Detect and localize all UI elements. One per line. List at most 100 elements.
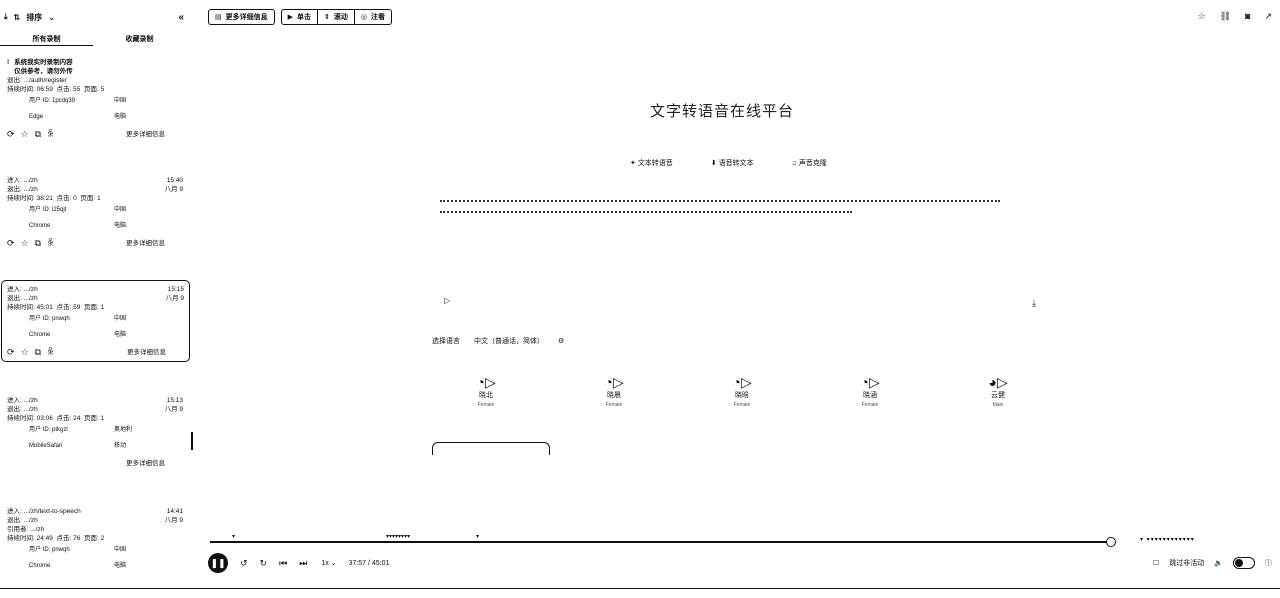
- click-filter-button[interactable]: ▶ 单击: [282, 10, 319, 24]
- playback-timeline[interactable]: ▾ ▾▾▾▾▾▾▾▾ ▾: [210, 534, 1116, 547]
- replay-toolbar: ▤ 更多详细信息 ▶ 单击 ⇕ 滚动 ◎ 注看: [208, 9, 392, 25]
- page-title: 文字转语音在线平台: [650, 103, 795, 120]
- duration-and-stats: 持续时间: 03:06 点击: 24 页面: 1: [7, 415, 105, 422]
- user-id: 用户 ID: ptkgzl: [29, 427, 68, 433]
- sort-icon[interactable]: ⇅: [14, 13, 21, 22]
- recordings-sidebar: ⤓ ⇅ 排序 ⌄ « 所有录制 收藏录制 ! 系统我实时录制内容 仅供参考，请勿…: [0, 0, 191, 598]
- gear-icon[interactable]: ⚙: [558, 337, 564, 345]
- more-details-link[interactable]: 更多详细信息: [126, 459, 165, 468]
- share-icon[interactable]: ⧉: [35, 130, 41, 139]
- region: 中国: [114, 547, 127, 553]
- play-icon[interactable]: ▷: [444, 296, 450, 305]
- record-time: 15:15: [167, 286, 184, 293]
- notice: ! 系统我实时录制内容 仅供参考，请勿外传: [7, 58, 183, 76]
- recording-card[interactable]: 进入: .../zh 15:13 退出: .../zh 八月 9 持续时间: 03:…: [4, 394, 186, 470]
- user-icon[interactable]: ꆜ: [47, 130, 54, 139]
- autoplay-toggle[interactable]: [1233, 557, 1255, 569]
- replay-viewport[interactable]: 文字转语音在线平台 ✦ 文本转语音 ⬇ 语音转文本 ♫ 声音克隆 ▷ ⤓ 选择语…: [200, 30, 1280, 530]
- recording-card-selected[interactable]: 进入: .../zh 15:15 退出: .../zh 八月 9 持续时间: 45:…: [1, 280, 190, 362]
- recording-card[interactable]: 进入: .../zh/text-to-speech 14:41 退出: .../z…: [4, 505, 186, 573]
- tab-all-recordings[interactable]: 所有录制: [0, 32, 93, 46]
- voice-gender: Male: [992, 402, 1004, 408]
- more-details-link[interactable]: 更多详细信息: [126, 130, 165, 139]
- share-icon[interactable]: ⧉: [35, 239, 41, 248]
- language-select[interactable]: 中文（普通话，简体）: [474, 336, 544, 346]
- language-label: 选择语言: [432, 338, 460, 345]
- download-icon[interactable]: ⤓: [4, 12, 8, 22]
- mode-voice-clone[interactable]: ♫ 声音克隆: [792, 158, 827, 168]
- skip-inactive-checkbox[interactable]: ☐: [1153, 559, 1159, 567]
- star-icon[interactable]: ☆: [21, 239, 29, 248]
- more-details-button[interactable]: ▤ 更多详细信息: [208, 9, 275, 25]
- referrer-url: 引用者: .../zh: [7, 526, 45, 533]
- info-icon[interactable]: ⓘ: [1265, 558, 1272, 568]
- collapse-icon[interactable]: «: [178, 12, 184, 23]
- camera-icon[interactable]: ◙: [1245, 11, 1250, 22]
- forward-icon[interactable]: ↻: [260, 558, 268, 569]
- warning-icon: !: [7, 59, 10, 66]
- user-icon[interactable]: ꆜ: [47, 348, 54, 357]
- user-icon[interactable]: ꆜ: [47, 239, 54, 248]
- skip-forward-icon[interactable]: ⏭: [299, 558, 307, 569]
- user-id: 用户 ID: pnwqh: [29, 316, 70, 322]
- timeline-knob[interactable]: [1106, 537, 1116, 547]
- enter-url: 进入: .../zh: [7, 397, 38, 404]
- star-icon[interactable]: ☆: [21, 130, 29, 139]
- device: 电脑: [114, 332, 127, 338]
- volume-icon[interactable]: 🔈: [1214, 559, 1223, 567]
- star-icon[interactable]: ☆: [21, 348, 29, 357]
- player-controls: ❚❚ ↺ ↻ ⏮ ⏭ 1x ⌄ 37:57 / 45:01 ☐ 跳过非活动 🔈 …: [208, 552, 1272, 574]
- record-date: 八月 9: [164, 517, 183, 524]
- share-icon[interactable]: ⧉: [35, 348, 41, 357]
- tab-favorite-recordings[interactable]: 收藏录制: [93, 32, 186, 46]
- voice-gender: Female: [861, 402, 879, 408]
- rewind-icon[interactable]: ↺: [240, 558, 248, 569]
- download-icon[interactable]: ⤓: [1032, 298, 1036, 309]
- recording-card[interactable]: 进入: .../zh 15:40 退出: .../zh 八月 9 持续时间: 38:…: [4, 174, 186, 250]
- playback-rate[interactable]: 1x ⌄: [321, 559, 336, 567]
- mode-speech-to-text[interactable]: ⬇ 语音转文本: [711, 158, 754, 168]
- device: 电脑: [114, 223, 127, 229]
- notice-title: 系统我实时录制内容: [14, 59, 73, 66]
- more-details-label: 更多详细信息: [225, 14, 268, 21]
- text-input-line: [440, 211, 852, 213]
- mode-text-to-speech[interactable]: ✦ 文本转语音: [630, 158, 673, 168]
- dropdown-panel[interactable]: [432, 442, 550, 455]
- exit-url: 退出: .../zh: [7, 295, 38, 302]
- region: 中国: [114, 98, 127, 104]
- duration-and-stats: 持续时间: 38:21 点击: 0 页面: 1: [7, 195, 101, 202]
- replay-icon[interactable]: ⟳: [7, 130, 15, 139]
- recording-card[interactable]: ! 系统我实时录制内容 仅供参考，请勿外传 退出: .../auth/regis…: [4, 56, 186, 141]
- pause-button[interactable]: ❚❚: [208, 553, 228, 573]
- region: 奥地利: [114, 427, 133, 433]
- voice-list: ◔▷ 晓北 Female ◔▷ 晓晨 Female ◔▷ 晓晗 Female ◔▷ 晓涵 Fem…: [462, 374, 1022, 408]
- share-icon[interactable]: ↗: [1264, 11, 1272, 22]
- star-icon[interactable]: ☆: [1198, 11, 1206, 22]
- voice-avatar: ◔▷: [476, 374, 496, 390]
- view-filter-button[interactable]: ◎ 注看: [355, 10, 391, 24]
- enter-url: 进入: .../zh: [7, 177, 38, 184]
- recording-tabs: 所有录制 收藏录制: [0, 32, 186, 46]
- voice-item[interactable]: ◕▷ 云健 Male: [974, 374, 1022, 408]
- voice-name: 晓涵: [863, 392, 877, 399]
- skip-back-icon[interactable]: ⏮: [279, 558, 287, 569]
- voice-item[interactable]: ◔▷ 晓北 Female: [462, 374, 510, 408]
- replay-icon[interactable]: ⟳: [7, 348, 15, 357]
- sort-label[interactable]: 排序: [26, 12, 42, 23]
- chevron-down-icon[interactable]: ⌄: [48, 13, 55, 22]
- more-details-link[interactable]: 更多详细信息: [127, 348, 166, 357]
- region: 中国: [114, 316, 127, 322]
- more-details-link[interactable]: 更多详细信息: [126, 239, 165, 248]
- record-time: 15:13: [166, 397, 183, 404]
- exit-url: 退出: .../zh: [7, 517, 38, 524]
- device: 电脑: [114, 563, 127, 569]
- replay-icon[interactable]: ⟳: [7, 239, 15, 248]
- link-icon[interactable]: ⛓: [1220, 11, 1231, 22]
- voice-gender: Female: [733, 402, 751, 408]
- record-date: 八月 9: [164, 186, 183, 193]
- voice-item[interactable]: ◔▷ 晓涵 Female: [846, 374, 894, 408]
- scroll-filter-button[interactable]: ⇕ 滚动: [318, 10, 355, 24]
- voice-item[interactable]: ◔▷ 晓晗 Female: [718, 374, 766, 408]
- voice-item[interactable]: ◔▷ 晓晨 Female: [590, 374, 638, 408]
- sidebar-scrollbar[interactable]: [191, 432, 193, 450]
